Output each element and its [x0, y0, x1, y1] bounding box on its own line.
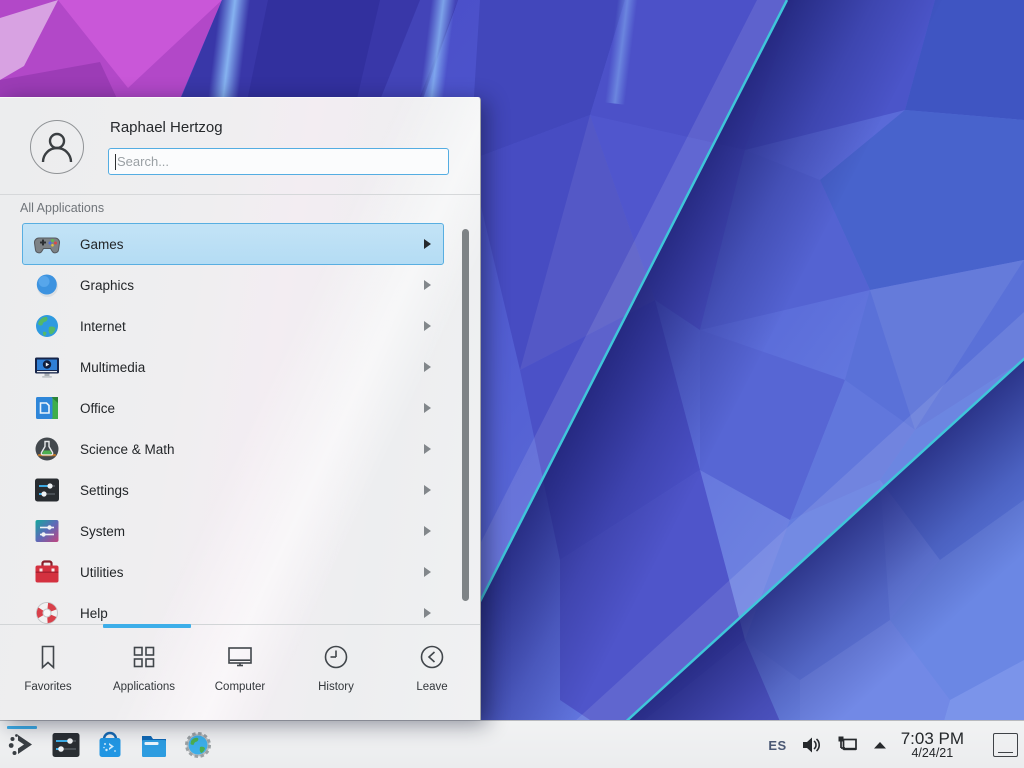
wired-network-icon[interactable] — [835, 733, 859, 757]
submenu-arrow-icon — [424, 321, 431, 331]
toolbox-icon — [33, 558, 61, 586]
tab-computer[interactable]: Computer — [192, 625, 288, 721]
clock-widget[interactable]: 7:03 PM 4/24/21 — [901, 730, 964, 761]
file-manager-taskbar-button[interactable] — [132, 721, 176, 768]
menu-footer-tabs: Favorites Applications Com — [0, 624, 480, 721]
category-label: Science & Math — [80, 442, 175, 457]
discover-bag-icon — [95, 730, 125, 760]
category-games[interactable]: Games — [22, 223, 444, 265]
bookmark-icon — [33, 642, 63, 672]
submenu-arrow-icon — [424, 567, 431, 577]
web-browser-taskbar-button[interactable] — [176, 721, 220, 768]
tab-favorites[interactable]: Favorites — [0, 625, 96, 721]
category-label: Graphics — [80, 278, 134, 293]
system-settings-icon — [51, 730, 81, 760]
system-tray: ES 7:03 PM 4/24/21 — [768, 721, 964, 768]
application-launcher-menu: Raphael Hertzog All Applications Games — [0, 97, 481, 720]
clock-time: 7:03 PM — [901, 730, 964, 748]
category-label: System — [80, 524, 125, 539]
category-label: Multimedia — [80, 360, 145, 375]
category-label: Office — [80, 401, 115, 416]
category-office[interactable]: Office — [22, 387, 444, 429]
category-multimedia[interactable]: Multimedia — [22, 346, 444, 388]
category-label: Internet — [80, 319, 126, 334]
category-label: Help — [80, 606, 108, 621]
tab-label: History — [318, 681, 354, 693]
category-graphics[interactable]: Graphics — [22, 264, 444, 306]
sphere-icon — [33, 271, 61, 299]
tab-label: Favorites — [24, 681, 71, 693]
show-desktop-button[interactable] — [993, 733, 1018, 757]
category-label: Utilities — [80, 565, 124, 580]
tab-history[interactable]: History — [288, 625, 384, 721]
tab-label: Leave — [416, 681, 447, 693]
keyboard-layout-indicator[interactable]: ES — [768, 738, 786, 753]
launcher-active-indicator — [7, 726, 37, 729]
tab-label: Applications — [113, 681, 175, 693]
gamepad-icon — [33, 230, 61, 258]
category-science-math[interactable]: Science & Math — [22, 428, 444, 470]
category-settings[interactable]: Settings — [22, 469, 444, 511]
clock-date: 4/24/21 — [911, 747, 953, 760]
submenu-arrow-icon — [424, 239, 431, 249]
active-tab-indicator — [103, 624, 191, 628]
submenu-arrow-icon — [424, 444, 431, 454]
submenu-arrow-icon — [424, 485, 431, 495]
category-label: Settings — [80, 483, 129, 498]
category-list: Games Graphics Internet — [0, 98, 480, 624]
taskbar: ES 7:03 PM 4/24/21 — [0, 720, 1024, 768]
kde-launcher-icon — [7, 730, 37, 760]
file-manager-folder-icon — [139, 730, 169, 760]
tab-leave[interactable]: Leave — [384, 625, 480, 721]
sliders-icon — [33, 476, 61, 504]
grid-icon — [129, 642, 159, 672]
submenu-arrow-icon — [424, 362, 431, 372]
system-settings-taskbar-button[interactable] — [44, 721, 88, 768]
expand-tray-caret-icon[interactable] — [872, 739, 888, 751]
submenu-arrow-icon — [424, 608, 431, 618]
history-clock-icon — [321, 642, 351, 672]
submenu-arrow-icon — [424, 280, 431, 290]
app-launcher-button[interactable] — [0, 721, 44, 768]
tab-label: Computer — [215, 681, 266, 693]
lifesaver-icon — [33, 599, 61, 624]
category-system[interactable]: System — [22, 510, 444, 552]
monitor-play-icon — [33, 353, 61, 381]
flask-icon — [33, 435, 61, 463]
tab-applications[interactable]: Applications — [96, 625, 192, 721]
desktop: ES 7:03 PM 4/24/21 — [0, 0, 1024, 768]
web-browser-globe-gear-icon — [183, 730, 213, 760]
submenu-arrow-icon — [424, 526, 431, 536]
category-label: Games — [80, 237, 124, 252]
submenu-arrow-icon — [424, 403, 431, 413]
system-sliders-icon — [33, 517, 61, 545]
document-icon — [33, 394, 61, 422]
discover-taskbar-button[interactable] — [88, 721, 132, 768]
globe-icon — [33, 312, 61, 340]
category-internet[interactable]: Internet — [22, 305, 444, 347]
volume-icon[interactable] — [800, 734, 822, 756]
computer-icon — [225, 642, 255, 672]
category-help[interactable]: Help — [22, 592, 444, 624]
category-utilities[interactable]: Utilities — [22, 551, 444, 593]
leave-circle-icon — [417, 642, 447, 672]
list-scrollbar[interactable] — [462, 229, 469, 601]
